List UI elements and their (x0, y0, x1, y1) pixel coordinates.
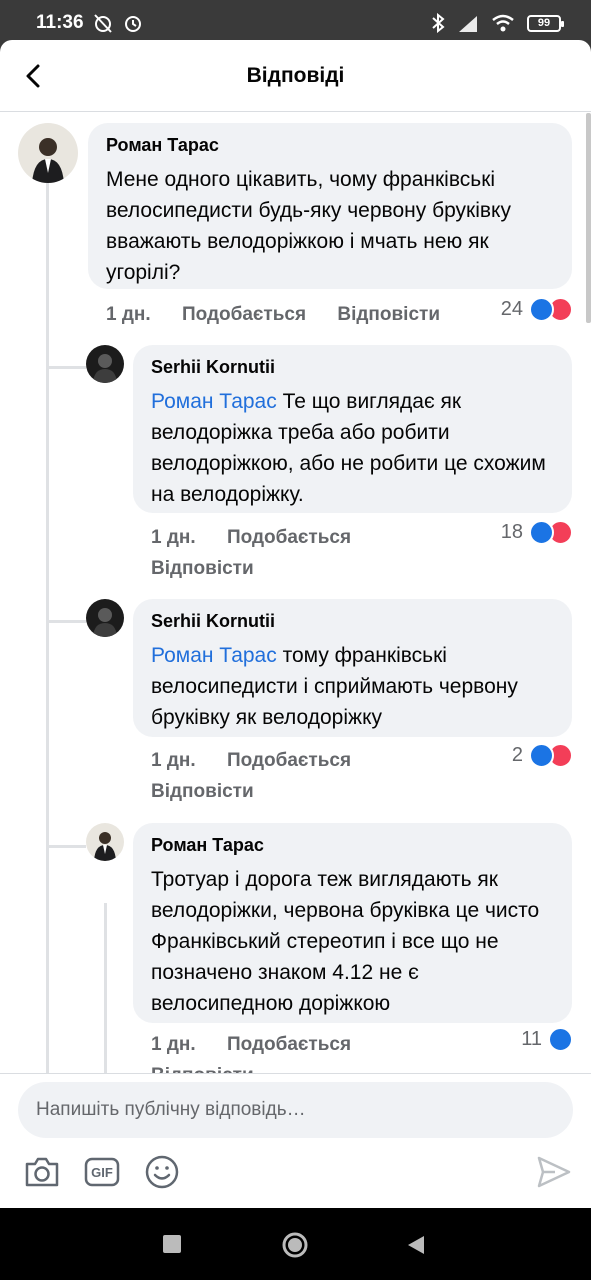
reactions[interactable]: 2 (512, 743, 573, 768)
scrollbar[interactable] (586, 113, 591, 323)
avatar[interactable] (86, 823, 124, 861)
reply-button[interactable]: Відповісти (151, 558, 254, 580)
like-reaction-icon (529, 297, 554, 322)
bluetooth-icon (432, 13, 445, 33)
thread-connector (46, 366, 86, 369)
alarm-off-icon (94, 14, 112, 33)
gif-button[interactable]: GIF (80, 1150, 124, 1194)
comment-meta: 1 дн. Подобається (151, 1034, 377, 1056)
mention-link[interactable]: Роман Тарас (151, 390, 277, 413)
replies-sheet: Відповіді Роман Тарас Мене одного цікави… (0, 40, 591, 1208)
emoji-button[interactable] (140, 1150, 184, 1194)
reaction-count: 24 (500, 298, 523, 320)
replies-list[interactable]: Роман Тарас Мене одного цікавить, чому ф… (0, 113, 591, 1073)
alarm-icon (125, 16, 141, 32)
signal-icon (459, 16, 477, 32)
avatar[interactable] (86, 599, 124, 637)
composer-divider (0, 1073, 591, 1074)
comment-bubble[interactable]: Serhii Kornutii Роман Тарас тому франків… (133, 599, 572, 737)
send-icon (537, 1156, 571, 1188)
comment-time[interactable]: 1 дн. (151, 750, 196, 771)
comment-bubble[interactable]: Роман Тарас Мене одного цікавить, чому ф… (88, 123, 572, 289)
comment-author[interactable]: Роман Тарас (151, 835, 554, 856)
thread-line (104, 903, 107, 1073)
comment-meta: 1 дн. Подобається (151, 750, 377, 772)
emoji-icon (145, 1155, 179, 1189)
reaction-count: 11 (521, 1028, 542, 1050)
comment-author[interactable]: Serhii Kornutii (151, 611, 554, 632)
comment-meta: 1 дн. Подобається Відповісти (106, 304, 466, 326)
like-button[interactable]: Подобається (227, 750, 351, 771)
comment-text: Роман Тарас Те що виглядає як велодоріжк… (151, 386, 554, 510)
avatar[interactable] (18, 123, 78, 183)
comment-bubble[interactable]: Роман Тарас Тротуар і дорога теж вигляда… (133, 823, 572, 1023)
comment-time[interactable]: 1 дн. (151, 1034, 196, 1055)
like-reaction-icon (548, 1027, 573, 1052)
comment-author[interactable]: Роман Тарас (106, 135, 554, 156)
camera-button[interactable] (20, 1150, 64, 1194)
comment-author[interactable]: Serhii Kornutii (151, 357, 554, 378)
mention-link[interactable]: Роман Тарас (151, 644, 277, 667)
battery-indicator: 99 (527, 14, 564, 32)
like-button[interactable]: Подобається (182, 304, 306, 325)
home-button[interactable] (281, 1231, 309, 1259)
reply-button[interactable]: Відповісти (151, 781, 254, 803)
avatar[interactable] (86, 345, 124, 383)
thread-line (46, 173, 49, 1073)
like-button[interactable]: Подобається (227, 1034, 351, 1055)
reaction-count: 18 (500, 521, 523, 543)
reply-input[interactable]: Напишіть публічну відповідь… (18, 1082, 573, 1138)
recents-button[interactable] (163, 1235, 181, 1253)
comment-bubble[interactable]: Serhii Kornutii Роман Тарас Те що вигляд… (133, 345, 572, 513)
header: Відповіді (0, 40, 591, 112)
reactions[interactable]: 18 (501, 520, 573, 545)
page-title: Відповіді (246, 64, 345, 87)
camera-icon (25, 1157, 59, 1187)
reactions[interactable]: 24 (501, 297, 573, 322)
reactions[interactable]: 11 (521, 1027, 573, 1052)
reply-button[interactable]: Відповісти (337, 304, 440, 325)
system-nav-bar (0, 1208, 591, 1280)
comment-text: Роман Тарас тому франківські велосипедис… (151, 640, 554, 733)
gif-label: GIF (91, 1164, 113, 1180)
like-reaction-icon (529, 520, 554, 545)
status-bar: 11:36 99 (0, 0, 591, 44)
composer-toolbar: GIF (0, 1150, 591, 1200)
comment-meta: 1 дн. Подобається (151, 527, 377, 549)
comment-time[interactable]: 1 дн. (106, 304, 151, 325)
reply-button[interactable]: Відповісти (151, 1065, 254, 1073)
thread-connector (46, 845, 86, 848)
status-time: 11:36 (36, 12, 84, 33)
like-reaction-icon (529, 743, 554, 768)
thread-connector (46, 620, 86, 623)
wifi-icon (492, 14, 514, 32)
comment-time[interactable]: 1 дн. (151, 527, 196, 548)
back-nav-button[interactable] (406, 1234, 426, 1256)
comment-text: Мене одного цікавить, чому франківські в… (106, 168, 511, 284)
like-button[interactable]: Подобається (227, 527, 351, 548)
comment-text: Тротуар і дорога теж виглядають як велод… (151, 868, 540, 1015)
send-button[interactable] (532, 1150, 576, 1194)
reaction-count: 2 (511, 744, 523, 766)
